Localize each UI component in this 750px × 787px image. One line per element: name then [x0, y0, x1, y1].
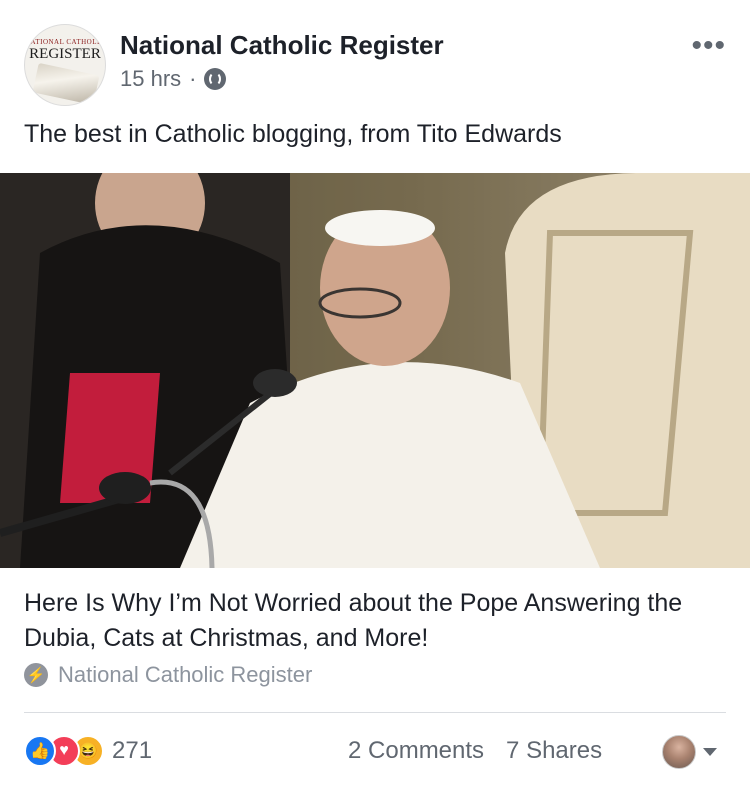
- post-caption: The best in Catholic blogging, from Tito…: [24, 120, 562, 148]
- engagement-counts: 2 Comments 7 Shares: [348, 737, 602, 765]
- meta-separator: ·: [189, 66, 197, 91]
- page-avatar[interactable]: NATIONAL CATHOLIC REGISTER: [24, 24, 106, 106]
- shares-count-link[interactable]: 7 Shares: [506, 737, 602, 765]
- post-meta: 15 hrs ·: [120, 66, 227, 92]
- lightning-icon: ⚡: [24, 663, 48, 687]
- newspaper-graphic: [32, 62, 100, 105]
- divider: [24, 712, 726, 713]
- chevron-down-icon[interactable]: [703, 748, 717, 756]
- link-source[interactable]: ⚡ National Catholic Register: [24, 662, 312, 688]
- viewer-avatar[interactable]: [662, 735, 696, 769]
- avatar-logo-wordmark: REGISTER: [29, 46, 101, 62]
- link-preview-image[interactable]: [0, 173, 750, 568]
- pope-photo-illustration: [0, 173, 750, 568]
- reaction-count: 271: [112, 737, 153, 764]
- post-header: NATIONAL CATHOLIC REGISTER National Cath…: [0, 0, 750, 110]
- reactions-summary[interactable]: 👍 ♥ 😆 271: [24, 735, 152, 767]
- like-icon: 👍: [24, 735, 56, 767]
- link-source-name: National Catholic Register: [58, 662, 313, 687]
- globe-icon: [204, 68, 227, 90]
- comments-count-link[interactable]: 2 Comments: [348, 737, 484, 765]
- link-headline[interactable]: Here Is Why I’m Not Worried about the Po…: [24, 586, 724, 656]
- timestamp[interactable]: 15 hrs: [120, 66, 181, 92]
- page-name-link[interactable]: National Catholic Register: [120, 30, 444, 61]
- avatar-logo-tagline: NATIONAL CATHOLIC: [25, 38, 105, 46]
- more-options-icon[interactable]: •••: [691, 31, 726, 61]
